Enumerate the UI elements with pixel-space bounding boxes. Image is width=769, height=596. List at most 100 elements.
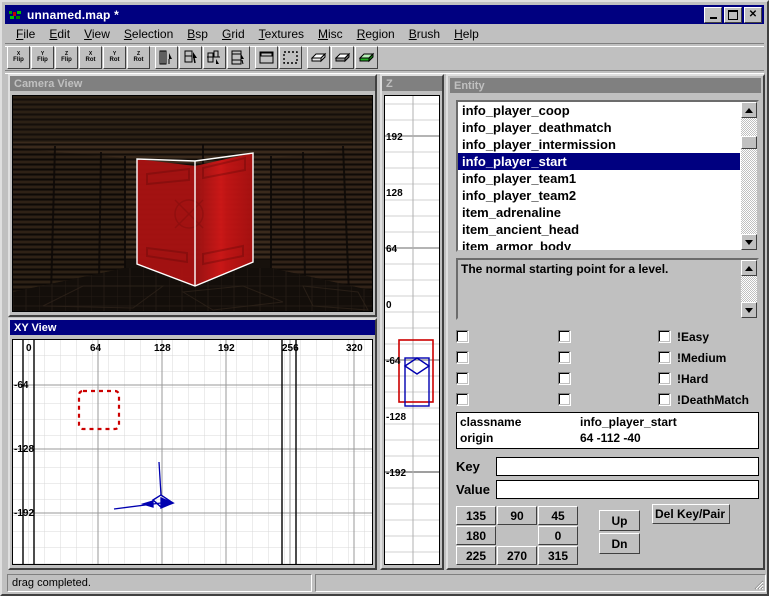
spawnflag-checkbox[interactable] bbox=[658, 351, 671, 364]
scrollbar-thumb[interactable] bbox=[741, 136, 757, 149]
keyvalue-list[interactable]: classname info_player_start origin 64 -112 … bbox=[456, 412, 759, 449]
arrow-up-icon bbox=[745, 265, 753, 271]
xy-view-canvas[interactable]: 0 64 128 192 256 320 -64 -128 -192 bbox=[12, 339, 373, 565]
rotate-z-button[interactable]: Z Rot bbox=[127, 46, 150, 69]
spawnflag-checkbox[interactable] bbox=[658, 372, 671, 385]
spawnflag-checkbox[interactable] bbox=[558, 372, 571, 385]
entity-list-item[interactable]: info_player_team1 bbox=[458, 170, 740, 187]
keyvalue-row[interactable]: origin 64 -112 -40 bbox=[460, 430, 755, 446]
spawnflag-checkbox[interactable] bbox=[456, 372, 469, 385]
xy-view-pane[interactable]: XY View 0 64 128 192 256 320 -64 -128 -1… bbox=[8, 318, 377, 570]
spawnflag-row[interactable] bbox=[558, 326, 571, 347]
entity-list-item[interactable]: info_player_team2 bbox=[458, 187, 740, 204]
maximize-button[interactable] bbox=[724, 7, 742, 23]
menu-item-brush[interactable]: Brush bbox=[402, 25, 447, 43]
entity-list-item[interactable]: info_player_coop bbox=[458, 102, 740, 119]
menu-item-region[interactable]: Region bbox=[350, 25, 402, 43]
spawnflag-checkbox[interactable] bbox=[658, 393, 671, 406]
angle-button-270[interactable]: 270 bbox=[497, 546, 537, 565]
key-row: Key bbox=[456, 455, 759, 478]
flip-y-button[interactable]: Y Flip bbox=[31, 46, 54, 69]
spawnflag-checkbox[interactable] bbox=[558, 393, 571, 406]
spawnflag-checkbox[interactable] bbox=[456, 330, 469, 343]
resize-grip-icon[interactable] bbox=[752, 578, 764, 590]
spawnflag-row[interactable]: !Medium bbox=[658, 347, 749, 368]
description-scrollbar-track[interactable] bbox=[741, 276, 757, 302]
rotate-x-button[interactable]: X Rot bbox=[79, 46, 102, 69]
entity-list-item[interactable]: info_player_deathmatch bbox=[458, 119, 740, 136]
svg-text:320: 320 bbox=[346, 343, 363, 354]
brush-clipper-icon[interactable] bbox=[227, 46, 250, 69]
spawnflag-row[interactable] bbox=[558, 347, 571, 368]
menu-item-edit[interactable]: Edit bbox=[42, 25, 77, 43]
menu-item-selection[interactable]: Selection bbox=[117, 25, 180, 43]
minimize-button[interactable] bbox=[704, 7, 722, 23]
z-view-pane[interactable]: Z 192 128 64 0 -64 -128 -192 bbox=[380, 74, 444, 570]
key-input[interactable] bbox=[496, 457, 759, 476]
camera-view-canvas[interactable] bbox=[12, 95, 373, 312]
close-button[interactable]: ✕ bbox=[744, 7, 762, 23]
description-scroll-down-button[interactable] bbox=[741, 302, 757, 318]
spawnflag-row[interactable] bbox=[558, 389, 571, 410]
angle-button-180[interactable]: 180 bbox=[456, 526, 496, 545]
dn-button[interactable]: Dn bbox=[599, 533, 640, 554]
entity-list-item[interactable]: info_player_intermission bbox=[458, 136, 740, 153]
value-input[interactable] bbox=[496, 480, 759, 499]
flip-x-button[interactable]: X Flip bbox=[7, 46, 30, 69]
entity-list-item[interactable]: info_player_start bbox=[458, 153, 740, 170]
angle-button-0[interactable]: 0 bbox=[538, 526, 578, 545]
spawnflag-row[interactable] bbox=[456, 389, 469, 410]
entity-list-item[interactable]: item_adrenaline bbox=[458, 204, 740, 221]
flip-clip-icon[interactable] bbox=[203, 46, 226, 69]
quake-editor-window: unnamed.map * ✕ File Edit View Selection Bsp… bbox=[0, 0, 769, 596]
keyvalue-row[interactable]: classname info_player_start bbox=[460, 414, 755, 430]
menu-item-textures[interactable]: Textures bbox=[252, 25, 311, 43]
arrow-up-icon bbox=[745, 107, 753, 113]
spawnflag-row[interactable]: !DeathMatch bbox=[658, 389, 749, 410]
menu-item-view[interactable]: View bbox=[77, 25, 117, 43]
spawnflag-row[interactable] bbox=[456, 368, 469, 389]
split-selection-icon[interactable] bbox=[179, 46, 202, 69]
angle-button-45[interactable]: 45 bbox=[538, 506, 578, 525]
entity-list[interactable]: info_player_coop info_player_deathmatch in… bbox=[456, 100, 759, 252]
connect-entities-icon[interactable] bbox=[255, 46, 278, 69]
entity-list-scrollbar[interactable] bbox=[741, 102, 757, 250]
spawnflag-row[interactable] bbox=[558, 368, 571, 389]
angle-button-315[interactable]: 315 bbox=[538, 546, 578, 565]
entity-list-item[interactable]: item_armor_body bbox=[458, 238, 740, 250]
spawnflag-checkbox[interactable] bbox=[456, 351, 469, 364]
delete-key-pair-button[interactable]: Del Key/Pair bbox=[652, 504, 730, 524]
spawnflag-checkbox[interactable] bbox=[658, 330, 671, 343]
spawnflag-row[interactable] bbox=[456, 347, 469, 368]
cubic-clip-green-icon[interactable] bbox=[355, 46, 378, 69]
menu-item-file[interactable]: File bbox=[9, 25, 42, 43]
scroll-up-button[interactable] bbox=[741, 102, 757, 118]
angle-button-225[interactable]: 225 bbox=[456, 546, 496, 565]
clip-selection-icon[interactable] bbox=[155, 46, 178, 69]
scroll-down-button[interactable] bbox=[741, 234, 757, 250]
entity-list-item[interactable]: item_ancient_head bbox=[458, 221, 740, 238]
spawnflag-row[interactable]: !Hard bbox=[658, 368, 749, 389]
spawnflag-row[interactable]: !Easy bbox=[658, 326, 749, 347]
z-view-canvas[interactable]: 192 128 64 0 -64 -128 -192 bbox=[384, 95, 440, 565]
up-button[interactable]: Up bbox=[599, 510, 640, 531]
angle-button-90[interactable]: 90 bbox=[497, 506, 537, 525]
spawnflag-row[interactable] bbox=[456, 326, 469, 347]
cubic-clip-dark-icon[interactable] bbox=[331, 46, 354, 69]
description-scroll-up-button[interactable] bbox=[741, 260, 757, 276]
angle-button-135[interactable]: 135 bbox=[456, 506, 496, 525]
menu-item-help[interactable]: Help bbox=[447, 25, 486, 43]
entity-description-box[interactable]: The normal starting point for a level. bbox=[456, 258, 759, 320]
rotate-y-button[interactable]: Y Rot bbox=[103, 46, 126, 69]
spawnflag-checkbox[interactable] bbox=[558, 330, 571, 343]
menu-item-grid[interactable]: Grid bbox=[215, 25, 252, 43]
camera-view-pane[interactable]: Camera View bbox=[8, 74, 377, 317]
spawnflag-checkbox[interactable] bbox=[558, 351, 571, 364]
menu-item-misc[interactable]: Misc bbox=[311, 25, 350, 43]
flip-z-button[interactable]: Z Flip bbox=[55, 46, 78, 69]
select-marquee-icon[interactable] bbox=[279, 46, 302, 69]
spawnflag-checkbox[interactable] bbox=[456, 393, 469, 406]
cubic-clip-icon[interactable] bbox=[307, 46, 330, 69]
description-scrollbar[interactable] bbox=[741, 260, 757, 318]
menu-item-bsp[interactable]: Bsp bbox=[180, 25, 215, 43]
